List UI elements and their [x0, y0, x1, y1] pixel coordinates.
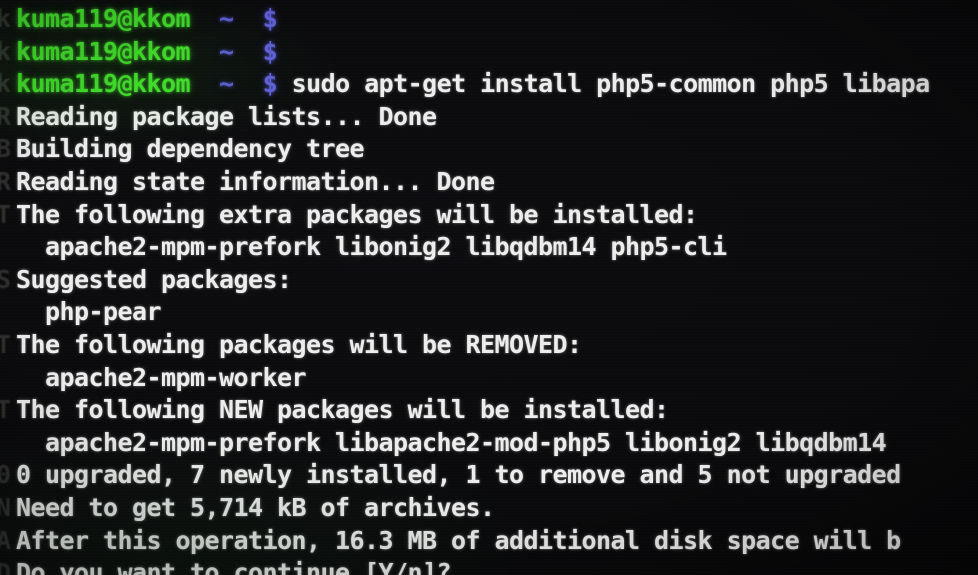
edge-ghost-glyph: B [0, 134, 12, 164]
edge-ghost-glyph: 0 [0, 460, 12, 490]
terminal-output-line: apache2-mpm-prefork libonig2 libqdbm14 p… [16, 234, 727, 260]
prompt-path: ~ [219, 36, 234, 66]
terminal-output-line: After this operation, 16.3 MB of additio… [16, 525, 901, 555]
output-text: The following extra packages will be ins… [16, 199, 698, 229]
edge-ghost-glyph: k [0, 4, 12, 33]
edge-ghost-glyph: T [0, 199, 12, 229]
edge-ghost-glyph: T [0, 330, 12, 359]
edge-ghost-glyph: R [0, 101, 12, 131]
left-edge-ghost-column: kkkRBRTSTT0NAD [0, 0, 13, 575]
edge-ghost-glyph: D [0, 558, 12, 575]
output-text: apache2-mpm-prefork libapache2-mod-php5 … [16, 427, 887, 457]
terminal-output-line: 0 upgraded, 7 newly installed, 1 to remo… [16, 462, 901, 488]
output-text: Reading package lists... Done [16, 101, 437, 131]
terminal-output-line: Suggested packages: [16, 264, 292, 294]
terminal-output-line: The following packages will be REMOVED: [16, 332, 582, 358]
edge-ghost-glyph: k [0, 36, 12, 66]
terminal-prompt-line: kuma119@kkom ~ $ [16, 36, 278, 66]
edge-ghost-glyph: N [0, 493, 12, 522]
terminal-output-line: Building dependency tree [16, 134, 365, 164]
prompt-sigil: $ [262, 69, 278, 99]
prompt-sigil: $ [262, 36, 278, 66]
output-text: The following NEW packages will be insta… [16, 395, 669, 425]
output-text: Building dependency tree [16, 134, 365, 164]
output-text: php-pear [16, 297, 162, 327]
prompt-sigil: $ [262, 4, 278, 33]
edge-ghost-glyph: T [0, 395, 12, 425]
terminal-output-line: apache2-mpm-prefork libapache2-mod-php5 … [16, 427, 887, 457]
edge-ghost-glyph: R [0, 167, 12, 196]
output-text: Suggested packages: [16, 264, 292, 294]
output-text: Reading state information... Done [16, 167, 495, 196]
edge-ghost-glyph: k [0, 69, 12, 99]
terminal-prompt-line: kuma119@kkom ~ $ sudo apt-get install ph… [16, 71, 930, 97]
terminal-output-line: php-pear [16, 297, 162, 327]
edge-ghost-glyph: A [0, 525, 12, 555]
edge-ghost-glyph: S [0, 264, 12, 294]
prompt-user-host: kuma119@kkom [16, 36, 191, 66]
terminal-output-line: Do you want to continue [Y/n]? [16, 558, 452, 575]
output-text: Do you want to continue [Y/n]? [16, 558, 452, 575]
prompt-path: ~ [219, 4, 234, 33]
command-text[interactable]: sudo apt-get install php5-common php5 li… [277, 69, 931, 98]
prompt-path: ~ [219, 69, 234, 99]
prompt-user-host: kuma119@kkom [16, 69, 191, 99]
output-text: apache2-mpm-worker [16, 362, 307, 392]
prompt-user-host: kuma119@kkom [16, 4, 191, 33]
terminal-output-line: The following NEW packages will be insta… [16, 397, 669, 423]
terminal-output-line: Reading package lists... Done [16, 101, 437, 131]
terminal-output-line: Reading state information... Done [16, 169, 495, 195]
terminal-output-area[interactable]: kuma119@kkom ~ $ kuma119@kkom ~ $ kuma119@… [0, 0, 978, 575]
output-text: apache2-mpm-prefork libonig2 libqdbm14 p… [16, 232, 727, 262]
terminal-prompt-line: kuma119@kkom ~ $ [16, 4, 278, 33]
terminal-output-line: Need to get 5,714 kB of archives. [16, 495, 495, 521]
output-text: Need to get 5,714 kB of archives. [16, 493, 495, 522]
output-text: 0 upgraded, 7 newly installed, 1 to remo… [16, 460, 901, 490]
output-text: After this operation, 16.3 MB of additio… [16, 525, 901, 555]
terminal-output-line: The following extra packages will be ins… [16, 199, 698, 229]
output-text: The following packages will be REMOVED: [16, 330, 582, 359]
terminal-screen[interactable]: kkkRBRTSTT0NAD kuma119@kkom ~ $ kuma119@k… [0, 0, 978, 575]
terminal-output-line: apache2-mpm-worker [16, 362, 307, 392]
